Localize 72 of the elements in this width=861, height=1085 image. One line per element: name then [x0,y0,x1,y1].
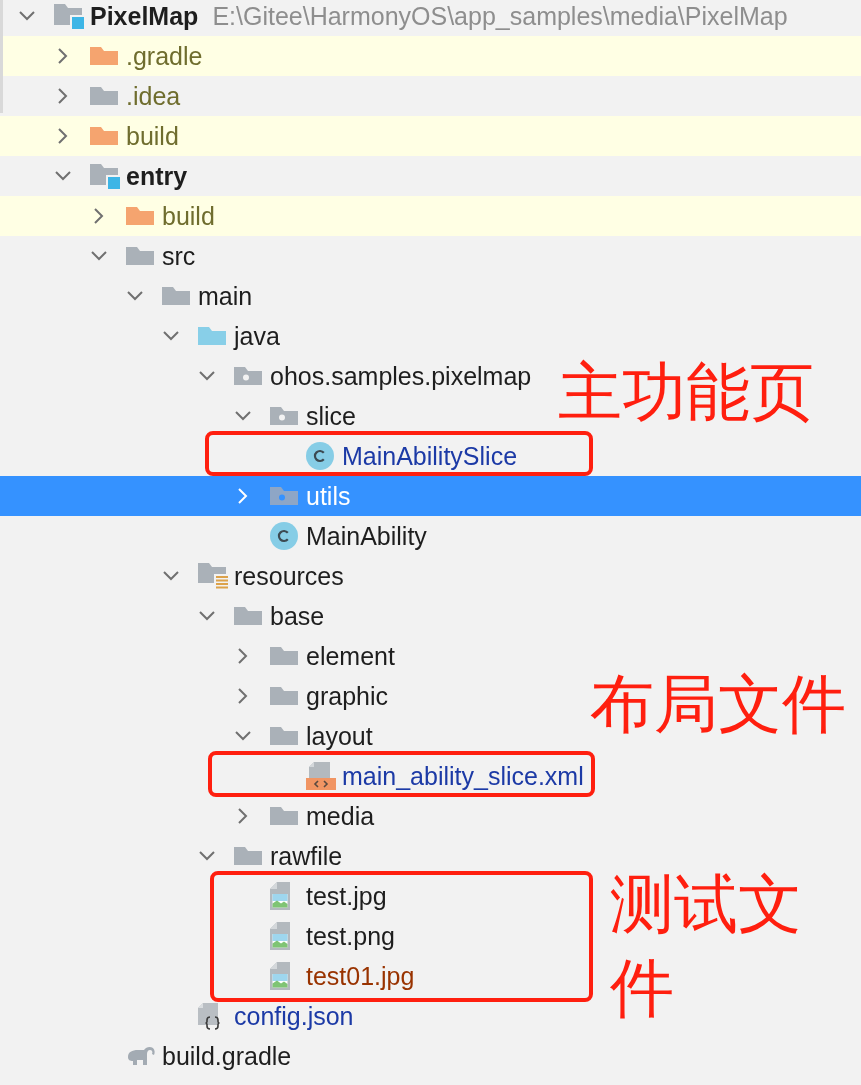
image-file-icon [270,962,290,990]
folder-icon [126,207,154,225]
annotation-text: 主功能页 [558,355,815,430]
folder-icon [90,127,118,145]
annotation-text: 测试文件 [610,867,803,1026]
folder-icon [126,247,154,265]
collapsed-chevron-icon[interactable] [58,48,68,64]
folder-icon [162,287,190,305]
tree-row[interactable]: layout [234,721,373,751]
expanded-chevron-icon[interactable] [235,731,251,741]
tree-row[interactable]: java [162,321,280,351]
tree-row[interactable]: .gradle [0,36,861,76]
expanded-chevron-icon[interactable] [199,371,215,381]
folder-icon [270,687,298,705]
circle-c-icon [306,442,334,470]
tree-row[interactable]: main [126,281,253,311]
expanded-chevron-icon[interactable] [127,291,143,301]
folder-icon [234,847,262,865]
elephant-icon [126,1045,156,1067]
collapsed-chevron-icon[interactable] [238,808,248,824]
collapsed-chevron-icon[interactable] [238,648,248,664]
tree-row[interactable]: test01.jpg [270,961,415,991]
tree-row[interactable]: rawfile [198,841,343,871]
folder-icon [90,47,118,65]
tree-row[interactable]: build.gradle [126,1041,292,1071]
expanded-chevron-icon[interactable] [163,331,179,341]
tree-row[interactable]: .idea [54,81,181,111]
folder-icon [270,647,298,665]
image-file-icon [270,882,290,910]
tree-row[interactable]: PixelMap E:\Gitee\HarmonyOS\app_samples\media\PixelMap [18,1,788,31]
tree-row[interactable]: src [90,241,196,271]
tree-row[interactable]: ohos.samples.pixelmap [198,361,532,391]
expanded-chevron-icon[interactable] [235,411,251,421]
tree-row[interactable]: build [0,116,861,156]
json-file-icon [198,1002,223,1030]
expanded-chevron-icon[interactable] [91,251,107,261]
tree-row[interactable]: resources [162,561,344,591]
tree-row[interactable]: build [0,196,861,236]
collapsed-chevron-icon[interactable] [238,688,248,704]
collapsed-chevron-icon[interactable] [94,208,104,224]
folder-badge-icon [90,163,120,189]
collapsed-chevron-icon[interactable] [58,88,68,104]
tree-row[interactable]: MainAbility [270,521,427,551]
folder-badge-icon [54,3,84,29]
folder-icon [234,607,262,625]
tree-row[interactable]: config.json [198,1001,354,1031]
expanded-chevron-icon[interactable] [163,571,179,581]
tree-row[interactable]: slice [234,401,356,431]
expanded-chevron-icon[interactable] [19,11,35,21]
tree-row[interactable]: main_ability_slice.xml [306,761,584,791]
tree-row[interactable]: test.png [270,921,395,951]
image-file-icon [270,922,290,950]
expanded-chevron-icon[interactable] [199,611,215,621]
folder-icon [198,327,226,345]
tree-row[interactable]: test.jpg [270,881,387,911]
project-path: E:\Gitee\HarmonyOS\app_samples\media\PixelMap [212,3,788,29]
tree-row[interactable]: entry [54,161,188,191]
expanded-chevron-icon[interactable] [55,171,71,181]
tree-row[interactable]: media [234,801,375,831]
folder-icon [90,87,118,105]
annotation-text: 布局文件 [590,667,847,742]
folder-lines-icon [198,563,228,589]
tree-row[interactable]: base [198,601,325,631]
tree-row[interactable]: MainAbilitySlice [306,441,518,471]
expanded-chevron-icon[interactable] [199,851,215,861]
collapsed-chevron-icon[interactable] [58,128,68,144]
tree-row[interactable]: element [234,641,395,671]
tree-row[interactable]: graphic [234,681,388,711]
xml-file-icon [306,762,336,790]
folder-icon [270,727,298,745]
circle-c-icon [270,522,298,550]
folder-icon [270,807,298,825]
